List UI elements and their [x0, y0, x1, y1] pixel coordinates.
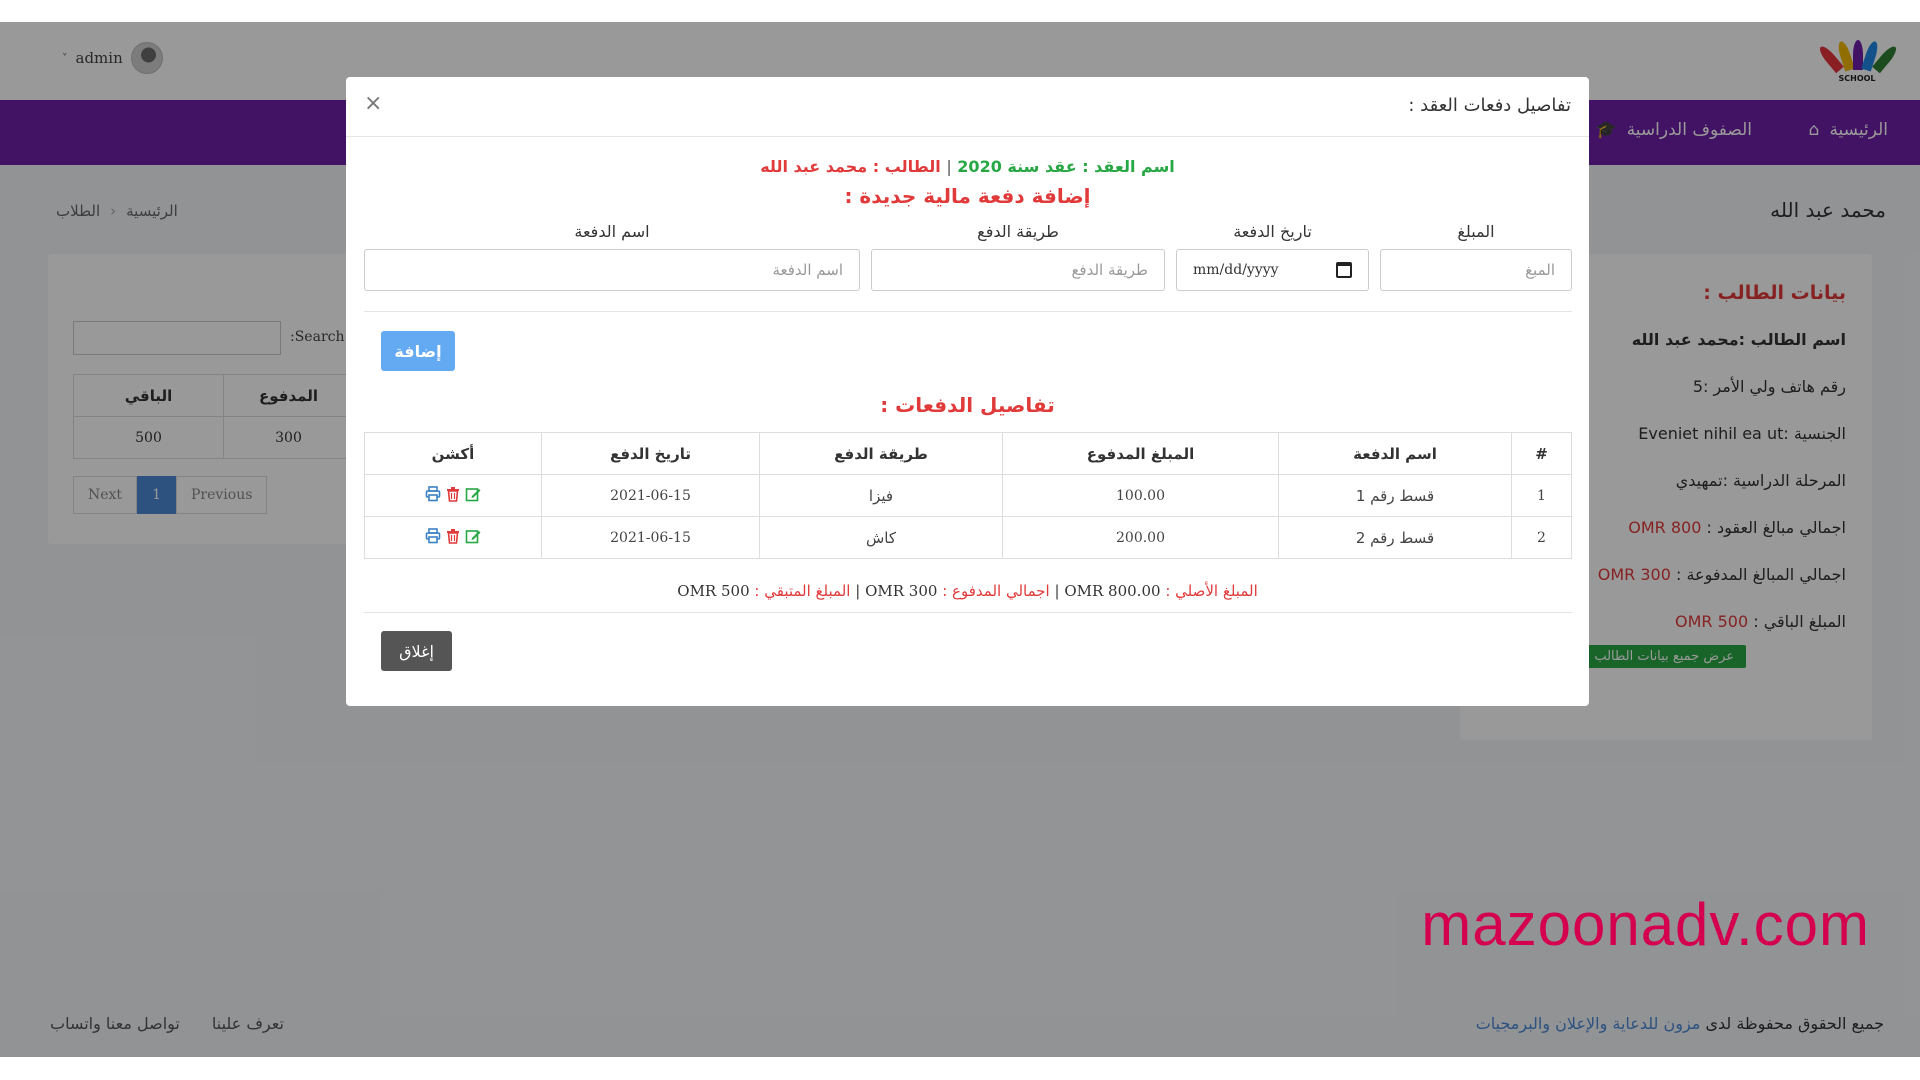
cell-date: 2021-06-15 — [541, 516, 760, 559]
cell-actions — [364, 516, 542, 559]
column-header-payment-method: طريقة الدفع — [759, 432, 1003, 475]
modal-header: تفاصيل دفعات العقد : × — [346, 77, 1589, 137]
cell-method: فيزا — [759, 474, 1003, 517]
column-header-payment-date: تاريخ الدفع — [541, 432, 760, 475]
amount-label: المبلغ — [1457, 222, 1495, 241]
contract-info: اسم العقد : عقد سنة 2020 | الطالب : محمد… — [346, 157, 1589, 176]
close-icon[interactable]: × — [364, 91, 382, 116]
modal-title: تفاصيل دفعات العقد : — [1408, 95, 1571, 116]
column-header-actions: أكشن — [364, 432, 542, 475]
print-icon[interactable] — [425, 485, 441, 502]
add-payment-title: إضافة دفعة مالية جديدة : — [844, 184, 1091, 208]
amount-field[interactable] — [1380, 249, 1572, 291]
payment-name-field[interactable] — [364, 249, 860, 291]
contract-name: اسم العقد : عقد سنة 2020 — [957, 157, 1175, 176]
cell-number: 1 — [1511, 474, 1572, 517]
summary-separator: | — [1054, 582, 1060, 600]
contract-separator: | — [946, 157, 952, 176]
cell-date: 2021-06-15 — [541, 474, 760, 517]
watermark: mazoonadv.com — [1421, 891, 1870, 958]
amount-group: المبلغ — [1380, 222, 1572, 291]
app-screen: ˅ admin SCHOOL ⌂ الرئيسية 🎓 الصفوف الدرا… — [0, 22, 1920, 1057]
payment-date-field[interactable]: mm/dd/yyyy — [1176, 249, 1369, 291]
payment-method-field[interactable] — [871, 249, 1165, 291]
cell-payment-name: قسط رقم 1 — [1278, 474, 1512, 517]
payments-table: # اسم الدفعة المبلغ المدفوع طريقة الدفع … — [364, 432, 1572, 559]
payment-details-title: تفاصيل الدفعات : — [880, 393, 1055, 417]
original-amount-value: OMR 800.00 — [1064, 582, 1161, 600]
edit-icon[interactable] — [465, 528, 481, 544]
add-payment-form: المبلغ تاريخ الدفعة mm/dd/yyyy طريقة الد… — [364, 222, 1572, 302]
date-label: تاريخ الدفعة — [1233, 222, 1312, 241]
table-header-row: # اسم الدفعة المبلغ المدفوع طريقة الدفع … — [364, 432, 1572, 475]
delete-icon[interactable] — [445, 528, 461, 544]
date-group: تاريخ الدفعة mm/dd/yyyy — [1176, 222, 1369, 291]
column-header-amount-paid: المبلغ المدفوع — [1002, 432, 1279, 475]
payment-summary: المبلغ الأصلي : OMR 800.00 | اجمالي المد… — [346, 582, 1589, 600]
column-header-number: # — [1511, 432, 1572, 475]
original-amount-label: المبلغ الأصلي : — [1165, 582, 1258, 600]
cell-number: 2 — [1511, 516, 1572, 559]
edit-icon[interactable] — [465, 486, 481, 502]
cell-amount: 200.00 — [1002, 516, 1279, 559]
close-button[interactable]: إغلاق — [381, 631, 452, 671]
remaining-amount-value: OMR 500 — [677, 582, 750, 600]
summary-separator: | — [855, 582, 861, 600]
table-row: 1 قسط رقم 1 100.00 فيزا 2021-06-15 — [364, 474, 1572, 517]
method-label: طريقة الدفع — [977, 222, 1059, 241]
remaining-amount-label: المبلغ المتبقي : — [754, 582, 851, 600]
contract-student: الطالب : محمد عبد الله — [760, 157, 941, 176]
payment-name-label: اسم الدفعة — [574, 222, 650, 241]
date-placeholder: mm/dd/yyyy — [1193, 262, 1279, 278]
add-payment-button[interactable]: إضافة — [381, 331, 455, 371]
delete-icon[interactable] — [445, 486, 461, 502]
calendar-icon[interactable] — [1336, 262, 1352, 278]
payments-modal: تفاصيل دفعات العقد : × اسم العقد : عقد س… — [346, 77, 1589, 706]
paid-amount-value: OMR 300 — [865, 582, 938, 600]
divider — [364, 311, 1572, 312]
cell-amount: 100.00 — [1002, 474, 1279, 517]
divider — [364, 612, 1572, 613]
table-row: 2 قسط رقم 2 200.00 كاش 2021-06-15 — [364, 516, 1572, 559]
method-group: طريقة الدفع — [871, 222, 1165, 291]
paid-amount-label: اجمالي المدفوع : — [942, 582, 1050, 600]
column-header-payment-name: اسم الدفعة — [1278, 432, 1512, 475]
print-icon[interactable] — [425, 527, 441, 544]
cell-payment-name: قسط رقم 2 — [1278, 516, 1512, 559]
cell-actions — [364, 474, 542, 517]
cell-method: كاش — [759, 516, 1003, 559]
name-group: اسم الدفعة — [364, 222, 860, 291]
